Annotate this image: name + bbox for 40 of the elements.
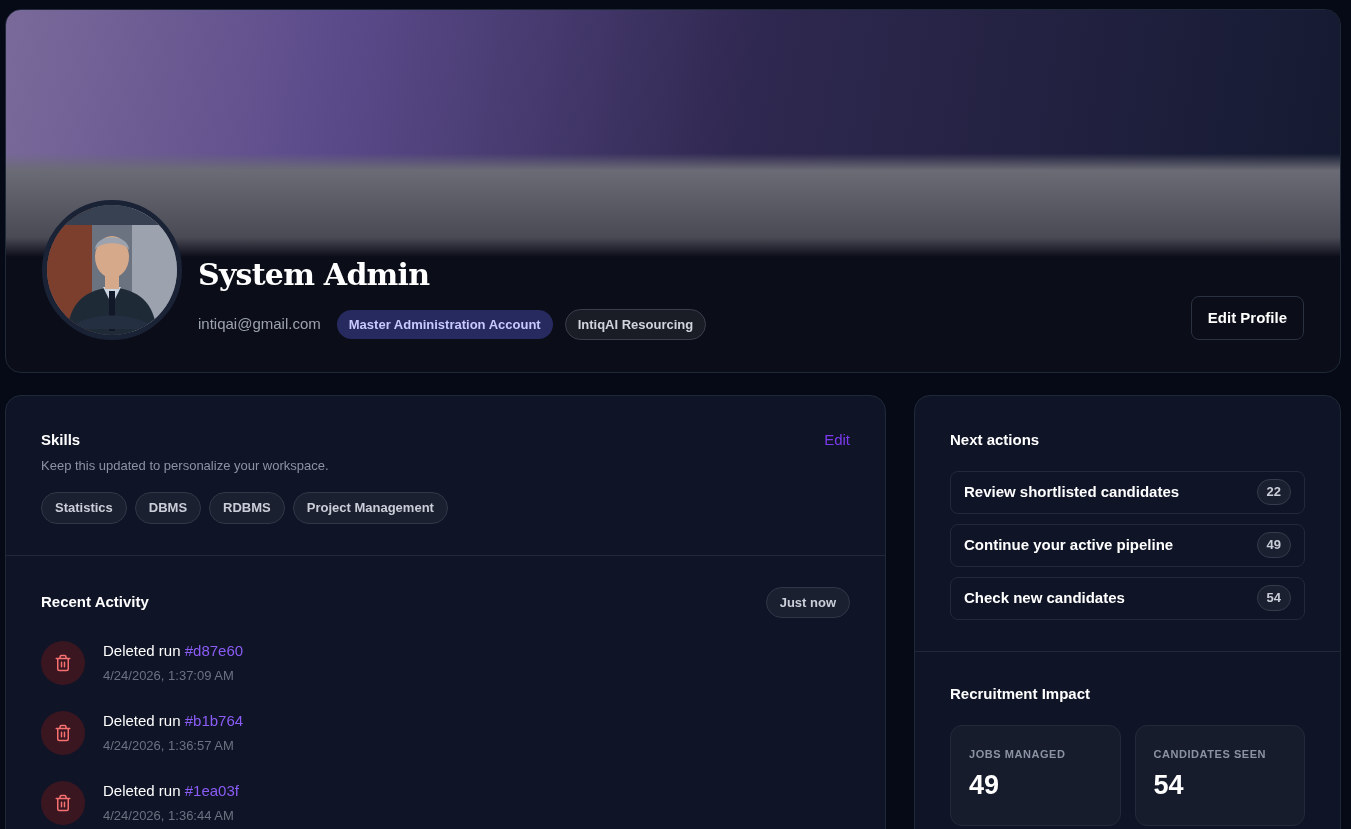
activity-text: Deleted run bbox=[103, 712, 181, 729]
count-tag: 22 bbox=[1256, 479, 1291, 505]
skill-tag: DBMS bbox=[134, 492, 202, 524]
action-item[interactable]: Continue your active pipeline 49 bbox=[950, 523, 1305, 567]
activity-text: Deleted run bbox=[103, 642, 181, 659]
run-id: #1ea03f bbox=[184, 782, 239, 799]
email-text: intiqai@gmail.com bbox=[198, 314, 321, 334]
stat-value: 49 bbox=[969, 768, 1001, 802]
trash-icon bbox=[54, 653, 72, 672]
account-tag: Master Administration Account bbox=[336, 309, 553, 339]
section-title: Next actions bbox=[950, 430, 1041, 450]
skill-tag: Statistics bbox=[41, 492, 127, 524]
activity-time: 4/24/2026, 1:36:44 AM bbox=[103, 806, 235, 825]
skill-tag: Project Management bbox=[292, 492, 448, 524]
activity-text: Deleted run bbox=[103, 782, 181, 799]
profile-name: System Admin bbox=[198, 255, 431, 294]
run-id: #b1b764 bbox=[184, 712, 244, 729]
count-tag: 54 bbox=[1256, 585, 1291, 611]
skill-tag: RDBMS bbox=[209, 492, 285, 524]
stat-label: JOBS MANAGED bbox=[969, 747, 1067, 762]
section-title: Skills bbox=[41, 430, 81, 450]
action-label: Check new candidates bbox=[964, 587, 1125, 608]
count-tag: 49 bbox=[1256, 532, 1291, 558]
activity-time: 4/24/2026, 1:36:57 AM bbox=[103, 736, 235, 755]
run-id: #d87e60 bbox=[184, 642, 244, 659]
stat-value: 54 bbox=[1153, 768, 1185, 802]
action-item[interactable]: Review shortlisted candidates 22 bbox=[950, 470, 1305, 514]
trash-icon bbox=[54, 793, 72, 812]
action-item[interactable]: Check new candidates 54 bbox=[950, 576, 1305, 620]
section-title: Recruitment Impact bbox=[950, 683, 1092, 704]
action-label: Review shortlisted candidates bbox=[964, 481, 1180, 502]
edit-profile-button[interactable]: Edit Profile bbox=[1190, 295, 1304, 340]
section-subtitle: Keep this updated to personalize your workspace. bbox=[41, 456, 330, 475]
time-tag: Just now bbox=[765, 586, 850, 618]
activity-time: 4/24/2026, 1:37:09 AM bbox=[103, 666, 235, 685]
stat-label: CANDIDATES SEEN bbox=[1153, 747, 1268, 762]
trash-icon bbox=[54, 723, 72, 742]
section-title: Recent Activity bbox=[41, 592, 149, 612]
account-tag: IntiqAI Resourcing bbox=[564, 308, 707, 340]
action-label: Continue your active pipeline bbox=[964, 534, 1174, 555]
